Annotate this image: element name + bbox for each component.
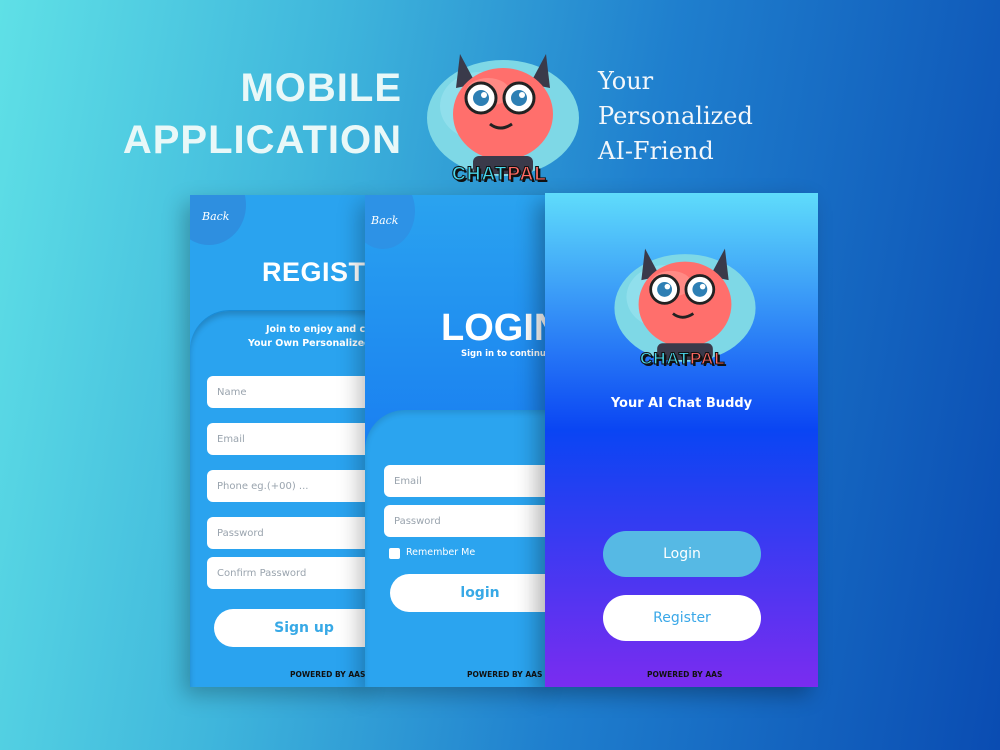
login-subtitle: Sign in to continue bbox=[461, 349, 547, 359]
phone-input[interactable] bbox=[207, 470, 370, 502]
login-title: LOGIN bbox=[441, 307, 547, 349]
login-powered-by: POWERED BY AAS bbox=[467, 670, 543, 679]
login-form-panel: Remember Me login POWERED BY AAS bbox=[365, 410, 547, 687]
password-input[interactable] bbox=[207, 517, 370, 549]
register-powered-by: POWERED BY AAS bbox=[290, 670, 366, 679]
hero-title: MOBILE APPLICATION bbox=[110, 62, 402, 166]
logo-wordmark-pal: PAL bbox=[507, 164, 547, 186]
hero-logo: CHATPAL bbox=[418, 48, 588, 188]
login-button[interactable]: login bbox=[390, 574, 547, 612]
login-button[interactable]: Login bbox=[603, 531, 761, 577]
logo-wordmark-chat: CHAT bbox=[451, 164, 508, 186]
splash-subtitle: Your AI Chat Buddy bbox=[610, 396, 753, 411]
tagline-line1: Your bbox=[598, 67, 654, 95]
register-blurb: Join to enjoy and cre Your Own Personali… bbox=[248, 323, 370, 351]
splash-wordmark-pal: PAL bbox=[689, 349, 726, 369]
login-screen: Back LOGIN Sign in to continue Remember … bbox=[365, 195, 547, 687]
hero-title-line1: MOBILE bbox=[240, 66, 402, 110]
register-blurb-line2: Your Own Personalized A bbox=[248, 338, 370, 349]
splash-wordmark-chat: CHAT bbox=[640, 349, 690, 369]
logo-wordmark: CHATPAL bbox=[451, 164, 547, 186]
splash-powered-by: POWERED BY AAS bbox=[647, 670, 723, 679]
register-screen: Back REGISTE Join to enjoy and cre Your … bbox=[190, 195, 370, 687]
remember-me-checkbox[interactable] bbox=[389, 548, 400, 559]
splash-wordmark: CHATPAL bbox=[640, 349, 726, 369]
tagline-line2: Personalized bbox=[598, 102, 753, 130]
sign-up-button[interactable]: Sign up bbox=[214, 609, 370, 647]
password-input[interactable] bbox=[384, 505, 547, 537]
hero-tagline: Your Personalized AI-Friend bbox=[598, 64, 753, 169]
splash-screen: CHATPAL Your AI Chat Buddy Login Registe… bbox=[545, 193, 818, 687]
register-button[interactable]: Register bbox=[603, 595, 761, 641]
email-input[interactable] bbox=[384, 465, 547, 497]
register-blurb-line1: Join to enjoy and cre bbox=[266, 324, 370, 335]
name-input[interactable] bbox=[207, 376, 370, 408]
back-label[interactable]: Back bbox=[202, 210, 229, 223]
remember-me-label: Remember Me bbox=[406, 547, 476, 558]
register-form-panel: Join to enjoy and cre Your Own Personali… bbox=[190, 310, 370, 687]
hero-title-line2: APPLICATION bbox=[122, 118, 402, 162]
tagline-line3: AI-Friend bbox=[598, 137, 714, 165]
register-title: REGISTE bbox=[262, 257, 370, 287]
email-input[interactable] bbox=[207, 423, 370, 455]
confirm-password-input[interactable] bbox=[207, 557, 370, 589]
back-label[interactable]: Back bbox=[371, 214, 398, 227]
splash-logo: CHATPAL bbox=[605, 243, 765, 373]
